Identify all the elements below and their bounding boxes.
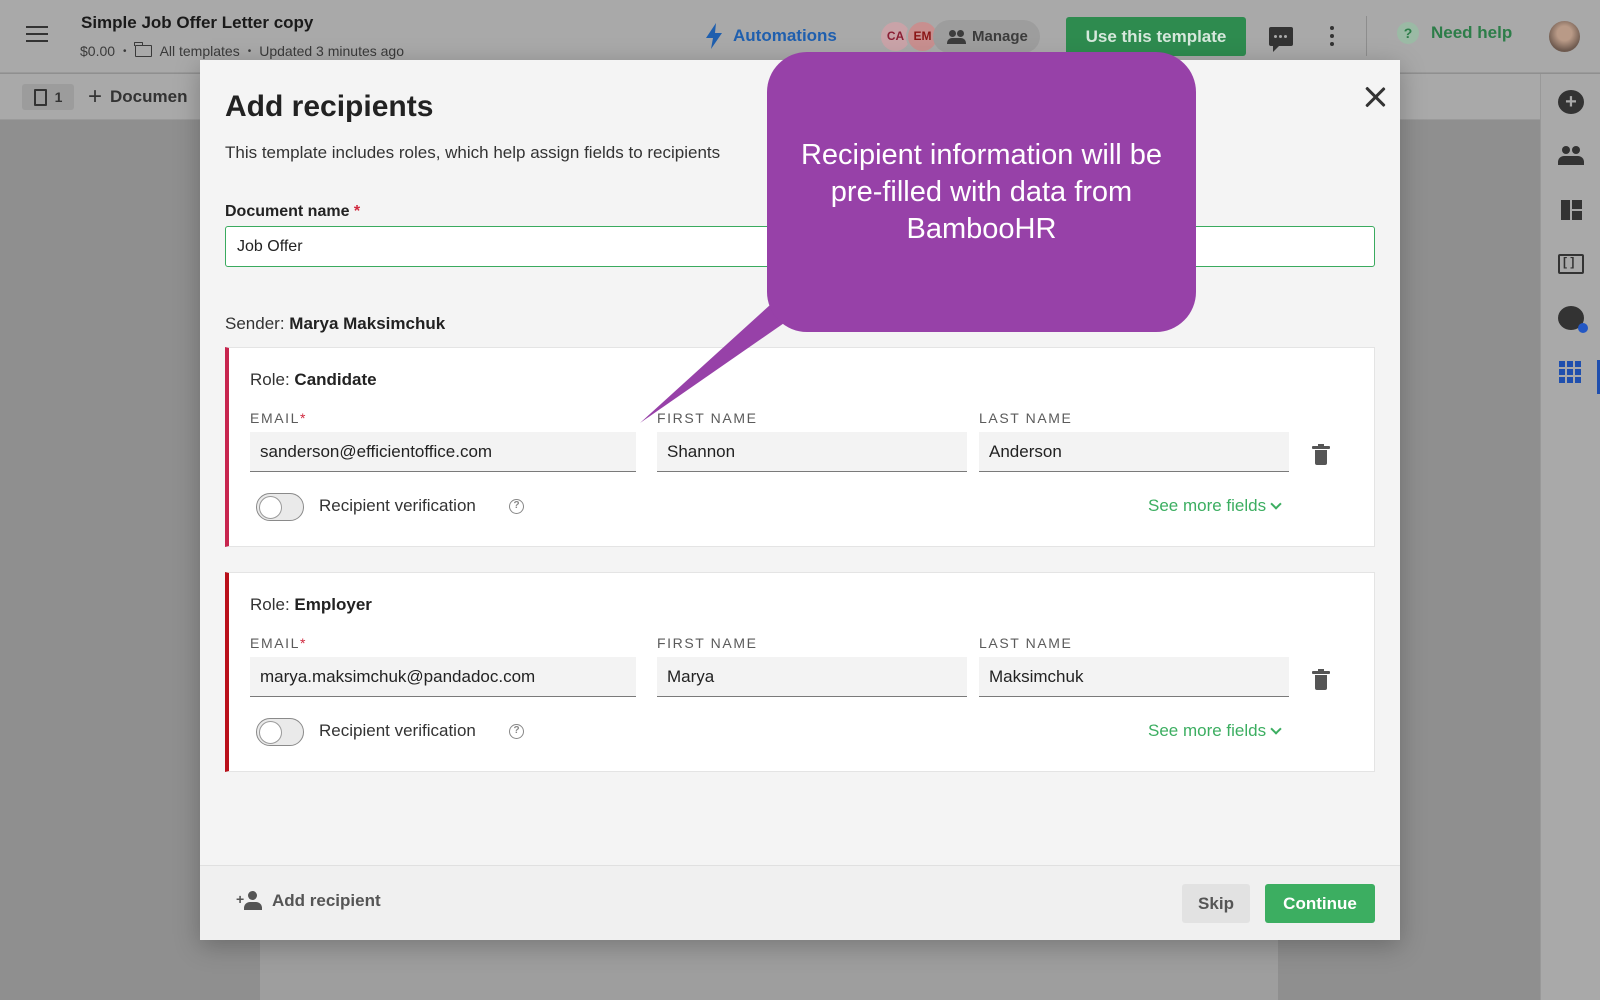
- last-name-field[interactable]: [979, 432, 1289, 472]
- document-name-label-text: Document name: [225, 203, 350, 220]
- meta-separator: •: [247, 45, 252, 57]
- need-help-label: Need help: [1431, 23, 1513, 42]
- automations-label: Automations: [733, 26, 837, 45]
- collaborators: CA EM Manage: [879, 19, 1040, 53]
- first-name-field[interactable]: [657, 657, 967, 697]
- add-document-button[interactable]: + Documen: [88, 83, 188, 110]
- add-document-label: Documen: [110, 87, 188, 106]
- automations-button[interactable]: Automations: [703, 22, 837, 50]
- recipients-icon[interactable]: [1558, 144, 1584, 168]
- chevron-down-icon: [1270, 498, 1282, 510]
- first-name-label: FIRST NAME: [657, 635, 758, 651]
- sender-label: Sender:: [225, 314, 285, 333]
- role-title: Role: Candidate: [250, 370, 377, 390]
- email-label: EMAIL*: [250, 635, 308, 651]
- hamburger-menu-icon[interactable]: [26, 26, 48, 44]
- role-name: Candidate: [294, 370, 377, 389]
- apps-grid-icon[interactable]: [1558, 360, 1584, 384]
- add-block-icon[interactable]: +: [1558, 90, 1584, 114]
- pages-count: 1: [54, 89, 63, 105]
- trash-icon[interactable]: [1312, 444, 1330, 466]
- folder-link[interactable]: All templates: [160, 43, 240, 59]
- chevron-down-icon: [1270, 723, 1282, 735]
- dialog-footer: + Add recipient Skip Continue: [200, 865, 1400, 940]
- last-name-label: LAST NAME: [979, 410, 1073, 426]
- document-name-label: Document name *: [225, 203, 360, 221]
- comments-icon[interactable]: [1269, 27, 1293, 52]
- close-icon[interactable]: [1363, 85, 1387, 109]
- required-mark: *: [353, 203, 361, 220]
- design-palette-icon[interactable]: [1558, 306, 1588, 333]
- skip-button[interactable]: Skip: [1182, 884, 1250, 923]
- see-more-fields-link[interactable]: See more fields: [1148, 496, 1282, 516]
- content-library-icon[interactable]: [1558, 198, 1584, 222]
- role-card-employer: Role: Employer EMAIL* FIRST NAME LAST NA…: [225, 572, 1375, 772]
- continue-button[interactable]: Continue: [1265, 884, 1375, 923]
- add-person-icon: +: [236, 890, 264, 912]
- see-more-fields-link[interactable]: See more fields: [1148, 721, 1282, 741]
- last-name-label: LAST NAME: [979, 635, 1073, 651]
- meta-separator: •: [123, 45, 127, 57]
- more-options-icon[interactable]: [1330, 26, 1334, 46]
- sender-name: Marya Maksimchuk: [289, 314, 446, 333]
- manage-button[interactable]: Manage: [933, 19, 1040, 53]
- trash-icon[interactable]: [1312, 669, 1330, 691]
- role-prefix: Role:: [250, 595, 290, 614]
- updated-status: Updated 3 minutes ago: [259, 43, 404, 59]
- email-field[interactable]: [250, 432, 636, 472]
- plus-icon: +: [88, 83, 103, 110]
- verification-toggle[interactable]: [256, 718, 304, 746]
- variables-icon[interactable]: [1558, 254, 1584, 274]
- see-more-label: See more fields: [1148, 496, 1267, 515]
- email-label: EMAIL*: [250, 410, 308, 426]
- verification-label: Recipient verification: [319, 721, 476, 740]
- document-meta: $0.00 • All templates • Updated 3 minute…: [80, 42, 404, 59]
- user-avatar[interactable]: [1549, 21, 1580, 52]
- right-rail: +: [1540, 74, 1600, 1000]
- email-field[interactable]: [250, 657, 636, 697]
- manage-label: Manage: [972, 27, 1028, 45]
- callout-text: Recipient information will be pre-filled…: [800, 139, 1163, 245]
- role-name: Employer: [294, 595, 372, 614]
- verification-toggle[interactable]: [256, 493, 304, 521]
- use-template-button[interactable]: Use this template: [1066, 17, 1246, 56]
- role-prefix: Role:: [250, 370, 290, 389]
- help-icon[interactable]: ?: [509, 499, 524, 514]
- last-name-field[interactable]: [979, 657, 1289, 697]
- add-recipient-label: Add recipient: [272, 891, 381, 910]
- question-icon: ?: [1397, 22, 1419, 44]
- divider: [1366, 16, 1367, 56]
- pages-icon: [33, 88, 47, 106]
- sender-line: Sender: Marya Maksimchuk: [225, 314, 445, 334]
- verification-label: Recipient verification: [319, 496, 476, 515]
- people-icon: [947, 29, 966, 44]
- see-more-label: See more fields: [1148, 721, 1267, 740]
- dialog-title: Add recipients: [225, 90, 434, 123]
- add-recipient-button[interactable]: + Add recipient: [236, 890, 381, 912]
- role-title: Role: Employer: [250, 595, 372, 615]
- callout-bubble: Recipient information will be pre-filled…: [767, 52, 1196, 332]
- bolt-icon: [706, 23, 722, 49]
- pages-button[interactable]: 1: [22, 84, 74, 110]
- need-help-button[interactable]: ? Need help: [1397, 22, 1512, 44]
- first-name-field[interactable]: [657, 432, 967, 472]
- dialog-description: This template includes roles, which help…: [225, 143, 721, 162]
- folder-icon: [134, 42, 152, 57]
- document-title[interactable]: Simple Job Offer Letter copy: [81, 13, 313, 33]
- help-icon[interactable]: ?: [509, 724, 524, 739]
- price-value: $0.00: [80, 43, 116, 59]
